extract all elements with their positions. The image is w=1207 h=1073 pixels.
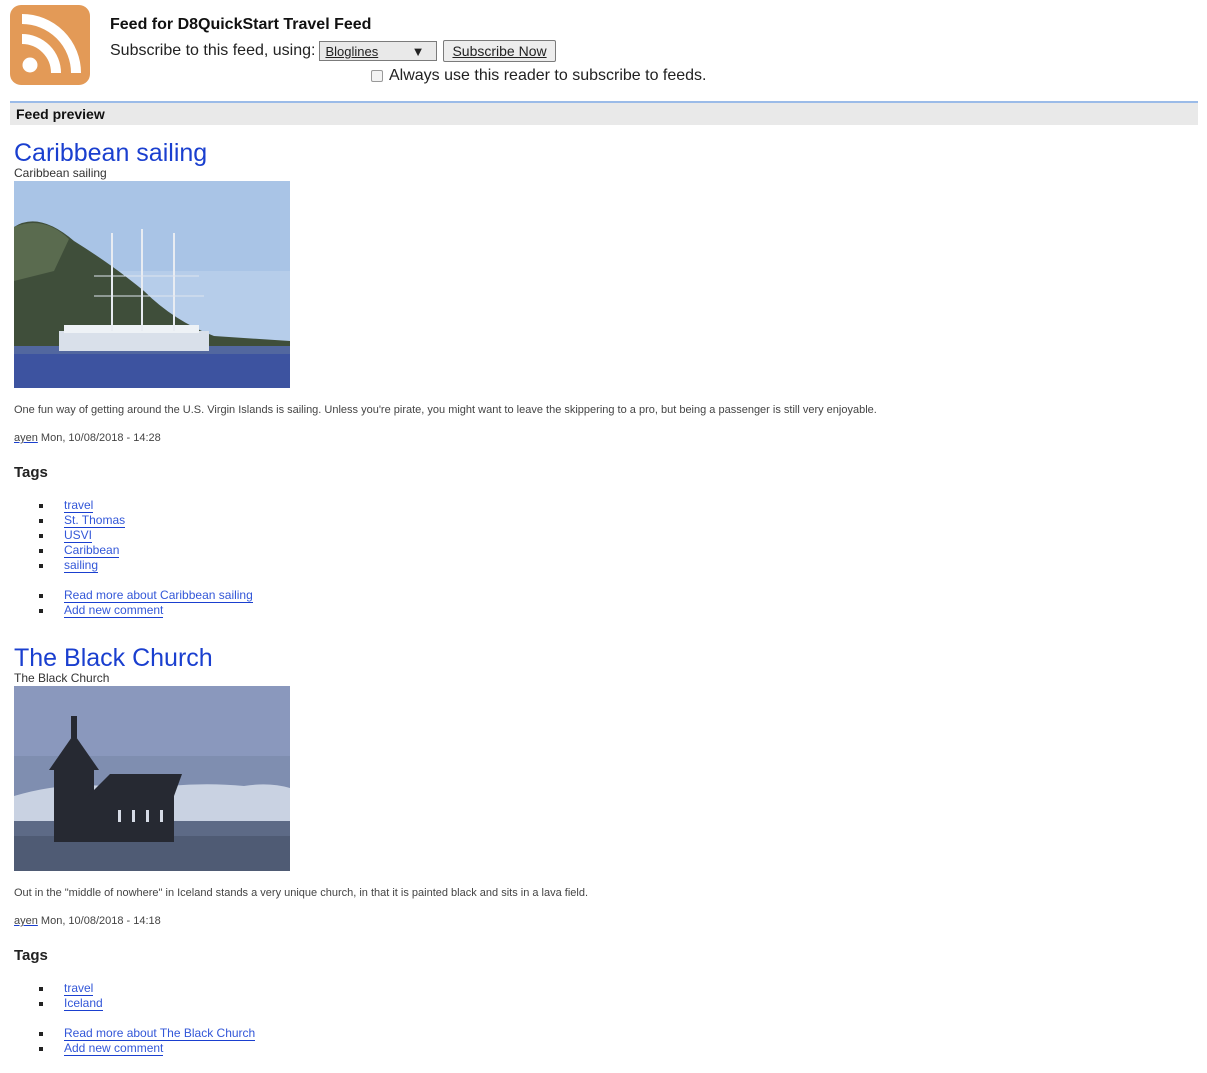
tag-link[interactable]: Iceland: [64, 996, 103, 1011]
tag-item: Iceland: [39, 996, 1194, 1011]
tag-item: Caribbean: [39, 543, 1194, 558]
tag-link[interactable]: sailing: [64, 558, 99, 573]
entry-meta: ayen Mon, 10/08/2018 - 14:28: [14, 431, 1194, 445]
author-link[interactable]: ayen: [14, 432, 38, 444]
tag-item: travel: [39, 981, 1194, 996]
tag-link[interactable]: travel: [64, 981, 94, 996]
rss-feed-icon: [10, 5, 90, 85]
links-item: Read more about The Black Church: [39, 1026, 1194, 1041]
subscribe-now-button[interactable]: Subscribe Now: [443, 40, 556, 62]
tags-heading: Tags: [14, 464, 48, 481]
reader-select-value: Bloglines: [325, 44, 379, 59]
always-use-row: Always use this reader to subscribe to f…: [371, 66, 707, 86]
entry-subtitle: Caribbean sailing: [14, 166, 107, 180]
entry-links: Read more about Caribbean sailing Add ne…: [14, 588, 1194, 618]
tags-heading: Tags: [14, 947, 48, 964]
tag-list: travel St. Thomas USVI Caribbean sailing: [14, 498, 1194, 573]
subscribe-prompt: Subscribe to this feed, using:: [110, 42, 316, 59]
entry-body: One fun way of getting around the U.S. V…: [14, 404, 877, 416]
entry-title-link[interactable]: The Black Church: [14, 643, 213, 673]
tag-item: sailing: [39, 558, 1194, 573]
tag-item: St. Thomas: [39, 513, 1194, 528]
feed-entry: The Black Church The Black Church Out in…: [14, 643, 1194, 1056]
reader-select[interactable]: Bloglines ▼: [319, 41, 438, 61]
tag-link[interactable]: USVI: [64, 528, 93, 543]
entry-links: Read more about The Black Church Add new…: [14, 1026, 1194, 1056]
add-comment-link[interactable]: Add new comment: [64, 603, 164, 618]
entry-meta: ayen Mon, 10/08/2018 - 14:18: [14, 914, 1194, 928]
tag-item: USVI: [39, 528, 1194, 543]
always-use-label: Always use this reader to subscribe to f…: [389, 67, 707, 84]
tag-link[interactable]: travel: [64, 498, 94, 513]
entry-subtitle: The Black Church: [14, 671, 110, 685]
tag-link[interactable]: St. Thomas: [64, 513, 126, 528]
links-item: Add new comment: [39, 1041, 1194, 1056]
dropdown-arrow-icon: ▼: [411, 44, 425, 59]
feed-entry: Caribbean sailing Caribbean sailing One …: [14, 138, 1194, 618]
feed-preview-heading: Feed preview: [10, 101, 1198, 125]
links-item: Add new comment: [39, 603, 1194, 618]
tag-link[interactable]: Caribbean: [64, 543, 120, 558]
tag-list: travel Iceland: [14, 981, 1194, 1011]
feed-header: Feed for D8QuickStart Travel Feed Subscr…: [0, 0, 1207, 100]
entry-title-link[interactable]: Caribbean sailing: [14, 138, 207, 168]
author-link[interactable]: ayen: [14, 915, 38, 927]
tag-item: travel: [39, 498, 1194, 513]
entry-image-black-church: [14, 686, 290, 871]
links-item: Read more about Caribbean sailing: [39, 588, 1194, 603]
read-more-link[interactable]: Read more about Caribbean sailing: [64, 588, 253, 603]
feed-title: Feed for D8QuickStart Travel Feed: [110, 16, 372, 33]
subscribe-row: Subscribe to this feed, using: Bloglines…: [110, 39, 556, 63]
entry-date: Mon, 10/08/2018 - 14:28: [40, 432, 161, 444]
entry-image-sailing-ship: [14, 181, 290, 388]
add-comment-link[interactable]: Add new comment: [64, 1041, 164, 1056]
entry-body: Out in the "middle of nowhere" in Icelan…: [14, 887, 589, 899]
read-more-link[interactable]: Read more about The Black Church: [64, 1026, 256, 1041]
entry-date: Mon, 10/08/2018 - 14:18: [40, 915, 161, 927]
always-use-checkbox[interactable]: [371, 70, 383, 82]
